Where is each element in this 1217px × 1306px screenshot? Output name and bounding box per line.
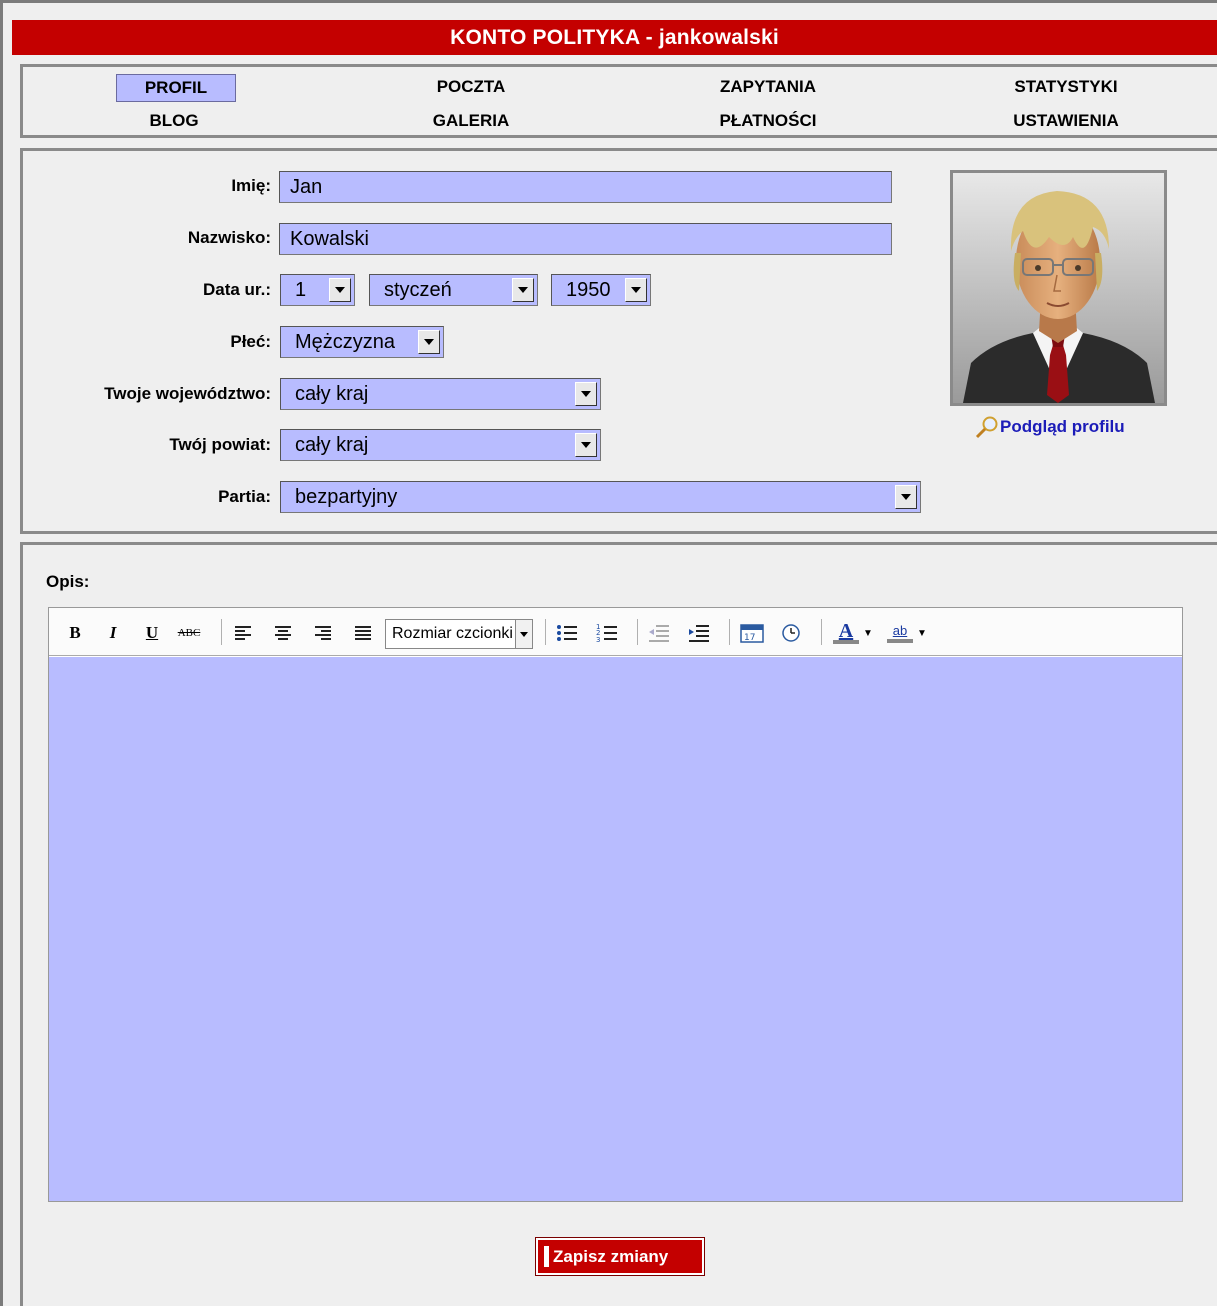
toolbar-separator <box>545 619 546 645</box>
last-name-label: Nazwisko: <box>187 228 271 247</box>
rich-text-editor: B I U ABC Rozmiar czcionki 123 17 A ▼ ab… <box>48 607 1183 1202</box>
first-name-input[interactable] <box>279 171 892 203</box>
clock-icon <box>782 624 800 642</box>
page-title: KONTO POLITYKA - jankowalski <box>12 20 1217 55</box>
description-label: Opis: <box>46 572 90 591</box>
text-color-button[interactable]: A ▼ <box>833 620 873 646</box>
justify-icon <box>355 626 371 640</box>
chevron-down-icon <box>625 278 647 302</box>
highlight-swatch <box>887 639 913 643</box>
party-select[interactable]: bezpartyjny <box>280 481 921 513</box>
party-label: Partia: <box>218 487 271 506</box>
gender-select[interactable]: Mężczyzna <box>280 326 444 358</box>
text-color-icon: A <box>833 620 859 644</box>
tab-statystyki[interactable]: STATYSTYKI <box>1006 74 1126 102</box>
text-color-swatch <box>833 640 859 644</box>
chevron-down-icon <box>512 278 534 302</box>
align-left-icon <box>235 626 251 640</box>
align-center-icon <box>275 626 291 640</box>
chevron-down-icon <box>575 382 597 406</box>
save-button[interactable]: Zapisz zmiany <box>535 1237 705 1276</box>
avatar-image <box>953 173 1164 403</box>
bold-button[interactable]: B <box>63 620 87 646</box>
tab-poczta[interactable]: POCZTA <box>411 74 531 102</box>
chevron-down-icon <box>418 330 440 354</box>
svg-text:17: 17 <box>744 633 755 643</box>
indent-icon <box>689 625 709 642</box>
highlight-color-button[interactable]: ab ▼ <box>887 620 927 646</box>
county-label: Twój powiat: <box>169 435 271 454</box>
text-color-glyph: A <box>838 620 854 642</box>
strikethrough-button[interactable]: ABC <box>177 620 201 646</box>
underline-button[interactable]: U <box>140 620 164 646</box>
outdent-button[interactable] <box>647 620 671 646</box>
tab-zapytania[interactable]: ZAPYTANIA <box>708 74 828 102</box>
tab-ustawienia[interactable]: USTAWIENIA <box>1006 108 1126 136</box>
voivodeship-label: Twoje województwo: <box>104 384 271 403</box>
toolbar-separator <box>821 619 822 645</box>
tab-profil[interactable]: PROFIL <box>116 74 236 102</box>
chevron-down-icon <box>515 620 532 648</box>
birth-month-value: styczeń <box>384 279 452 301</box>
magnifier-icon <box>975 416 998 439</box>
county-select[interactable]: cały kraj <box>280 429 601 461</box>
profile-preview-link[interactable]: Podgląd profilu <box>974 414 1125 440</box>
voivodeship-select[interactable]: cały kraj <box>280 378 601 410</box>
county-value: cały kraj <box>295 434 369 456</box>
birth-day-value: 1 <box>295 279 307 301</box>
insert-time-button[interactable] <box>779 620 803 646</box>
gender-label: Płeć: <box>230 332 271 351</box>
svg-text:3: 3 <box>596 636 600 643</box>
align-left-button[interactable] <box>231 620 255 646</box>
birth-year-value: 1950 <box>566 279 611 301</box>
chevron-down-icon <box>895 485 917 509</box>
voivodeship-value: cały kraj <box>295 383 369 405</box>
toolbar-separator <box>221 619 222 645</box>
bullet-list-icon <box>557 625 577 641</box>
chevron-down-icon <box>329 278 351 302</box>
birth-day-select[interactable]: 1 <box>280 274 355 306</box>
birth-date-label: Data ur.: <box>202 280 271 299</box>
first-name-label: Imię: <box>231 176 271 195</box>
main-nav: PROFIL POCZTA ZAPYTANIA STATYSTYKI BLOG … <box>20 64 1217 138</box>
last-name-input[interactable] <box>279 223 892 255</box>
calendar-icon: 17 <box>740 624 764 643</box>
outdent-icon <box>649 625 669 642</box>
editor-toolbar: B I U ABC Rozmiar czcionki 123 17 A ▼ ab… <box>49 608 1182 656</box>
align-right-icon <box>315 626 331 640</box>
birth-month-select[interactable]: styczeń <box>369 274 538 306</box>
chevron-down-icon: ▼ <box>863 627 873 639</box>
profile-preview-label: Podgląd profilu <box>1000 417 1125 436</box>
birth-year-select[interactable]: 1950 <box>551 274 651 306</box>
party-value: bezpartyjny <box>295 486 398 508</box>
tab-platnosci[interactable]: PŁATNOŚCI <box>708 108 828 136</box>
highlight-icon: ab <box>887 623 913 643</box>
chevron-down-icon <box>575 433 597 457</box>
insert-date-button[interactable]: 17 <box>739 620 765 646</box>
bullet-list-button[interactable] <box>555 620 579 646</box>
align-center-button[interactable] <box>271 620 295 646</box>
toolbar-separator <box>637 619 638 645</box>
italic-button[interactable]: I <box>101 620 125 646</box>
align-right-button[interactable] <box>311 620 335 646</box>
tab-blog[interactable]: BLOG <box>114 108 234 136</box>
chevron-down-icon: ▼ <box>917 627 927 639</box>
toolbar-separator <box>729 619 730 645</box>
justify-button[interactable] <box>351 620 375 646</box>
avatar <box>950 170 1167 406</box>
numbered-list-icon: 123 <box>596 623 617 643</box>
save-button-label: Zapisz zmiany <box>553 1246 669 1266</box>
description-editor-area[interactable] <box>49 657 1182 1201</box>
highlight-glyph: ab <box>892 623 908 638</box>
save-marker-icon <box>544 1246 549 1267</box>
gender-value: Mężczyzna <box>295 331 396 353</box>
tab-galeria[interactable]: GALERIA <box>411 108 531 136</box>
font-size-value: Rozmiar czcionki <box>392 625 513 642</box>
font-size-select[interactable]: Rozmiar czcionki <box>385 619 533 649</box>
indent-button[interactable] <box>687 620 711 646</box>
numbered-list-button[interactable]: 123 <box>595 620 619 646</box>
